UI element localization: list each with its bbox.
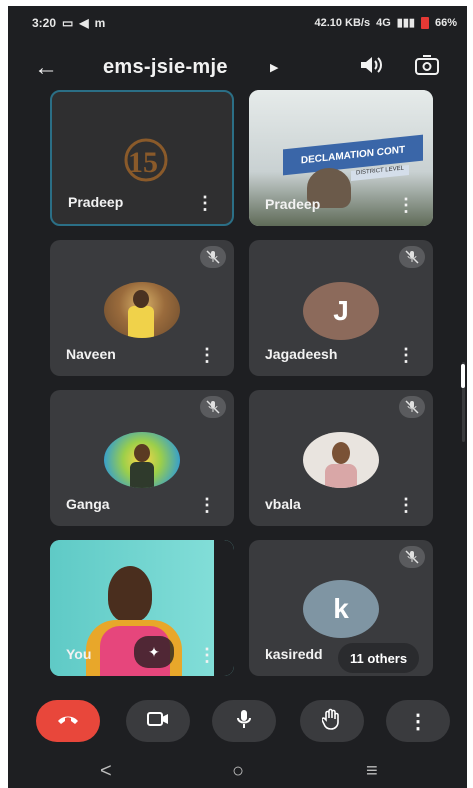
more-options-button[interactable]: ⋮ xyxy=(386,700,450,742)
more-vert-icon[interactable]: ⋮ xyxy=(397,196,415,214)
participant-tile[interactable]: Naveen ⋮ xyxy=(50,240,234,376)
end-call-icon xyxy=(56,712,80,730)
mic-off-icon xyxy=(200,246,226,268)
participant-name: Pradeep xyxy=(68,194,124,210)
mic-toggle-button[interactable] xyxy=(212,700,276,742)
participant-name: Pradeep xyxy=(265,196,321,212)
participant-avatar xyxy=(104,432,180,488)
switch-camera-icon[interactable] xyxy=(414,54,440,83)
participant-tile[interactable]: 15 Pradeep ⋮ xyxy=(50,90,234,226)
network-speed: 42.10 KB/s xyxy=(314,16,371,29)
call-header: ← ems-jsie-mje ▶ xyxy=(8,46,467,90)
nav-recents-button[interactable]: ≡ xyxy=(366,760,378,783)
nav-back-button[interactable]: < xyxy=(100,760,112,783)
participant-tile[interactable]: vbala ⋮ xyxy=(249,390,433,526)
event-logo: 15 xyxy=(106,132,186,188)
status-bar: 3:20 ▭ ◀ m 42.10 KB/s 4G ▮▮▮ 66% xyxy=(8,6,467,40)
meeting-title[interactable]: ems-jsie-mje xyxy=(103,56,228,79)
svg-text:15: 15 xyxy=(128,146,158,179)
battery-icon xyxy=(420,16,429,29)
participant-name: vbala xyxy=(265,496,301,512)
screen-record-icon: ▭ xyxy=(62,16,74,30)
raise-hand-icon xyxy=(321,708,342,735)
system-nav-bar: < ○ ≡ xyxy=(8,756,467,788)
more-vert-icon[interactable]: ⋮ xyxy=(198,646,216,664)
mic-off-icon xyxy=(399,546,425,568)
participant-avatar xyxy=(303,432,379,488)
mic-off-icon xyxy=(399,396,425,418)
mic-off-icon xyxy=(200,396,226,418)
battery-level: 66% xyxy=(434,16,457,29)
participant-avatar: k xyxy=(303,580,379,638)
more-vert-icon[interactable]: ⋮ xyxy=(397,496,415,514)
participant-avatar: J xyxy=(303,282,379,340)
scrollbar-thumb[interactable] xyxy=(461,364,465,388)
speaker-icon[interactable] xyxy=(358,54,384,81)
raise-hand-button[interactable] xyxy=(300,700,364,742)
more-vert-icon[interactable]: ⋮ xyxy=(196,194,214,212)
status-time: 3:20 xyxy=(32,16,57,30)
participant-name: Jagadeesh xyxy=(265,346,338,362)
m-icon: m xyxy=(94,16,106,30)
participant-tile[interactable]: DECLAMATION CONT DISTRICT LEVEL Pradeep … xyxy=(249,90,433,226)
mic-icon xyxy=(236,709,252,734)
more-vert-icon: ⋮ xyxy=(408,710,428,733)
more-vert-icon[interactable]: ⋮ xyxy=(397,346,415,364)
send-icon: ◀ xyxy=(79,16,89,30)
participant-name: kasiredd xyxy=(265,646,323,662)
more-vert-icon[interactable]: ⋮ xyxy=(198,496,216,514)
participant-name: Naveen xyxy=(66,346,116,362)
chevron-right-icon[interactable]: ▶ xyxy=(270,61,278,74)
call-controls: ⋮ xyxy=(8,696,467,752)
participant-tile-self[interactable]: You ✦ ⋮ xyxy=(50,540,234,676)
participant-avatar xyxy=(104,282,180,338)
end-call-button[interactable] xyxy=(36,700,100,742)
participant-name: Ganga xyxy=(66,496,110,512)
signal-icon: ▮▮▮ xyxy=(396,17,415,29)
network-type: 4G xyxy=(376,16,391,29)
nav-home-button[interactable]: ○ xyxy=(232,760,244,783)
back-arrow-icon[interactable]: ← xyxy=(34,54,58,82)
effects-sparkle-icon[interactable]: ✦ xyxy=(134,636,174,668)
mic-off-icon xyxy=(399,246,425,268)
camera-icon xyxy=(147,711,169,732)
participant-tile[interactable]: Ganga ⋮ xyxy=(50,390,234,526)
meet-screen: 3:20 ▭ ◀ m 42.10 KB/s 4G ▮▮▮ 66% ← ems-j… xyxy=(8,6,467,788)
participant-name: You xyxy=(66,646,92,662)
participant-tile[interactable]: J Jagadeesh ⋮ xyxy=(249,240,433,376)
others-chip[interactable]: 11 others xyxy=(338,643,420,673)
camera-toggle-button[interactable] xyxy=(126,700,190,742)
more-vert-icon[interactable]: ⋮ xyxy=(198,346,216,364)
